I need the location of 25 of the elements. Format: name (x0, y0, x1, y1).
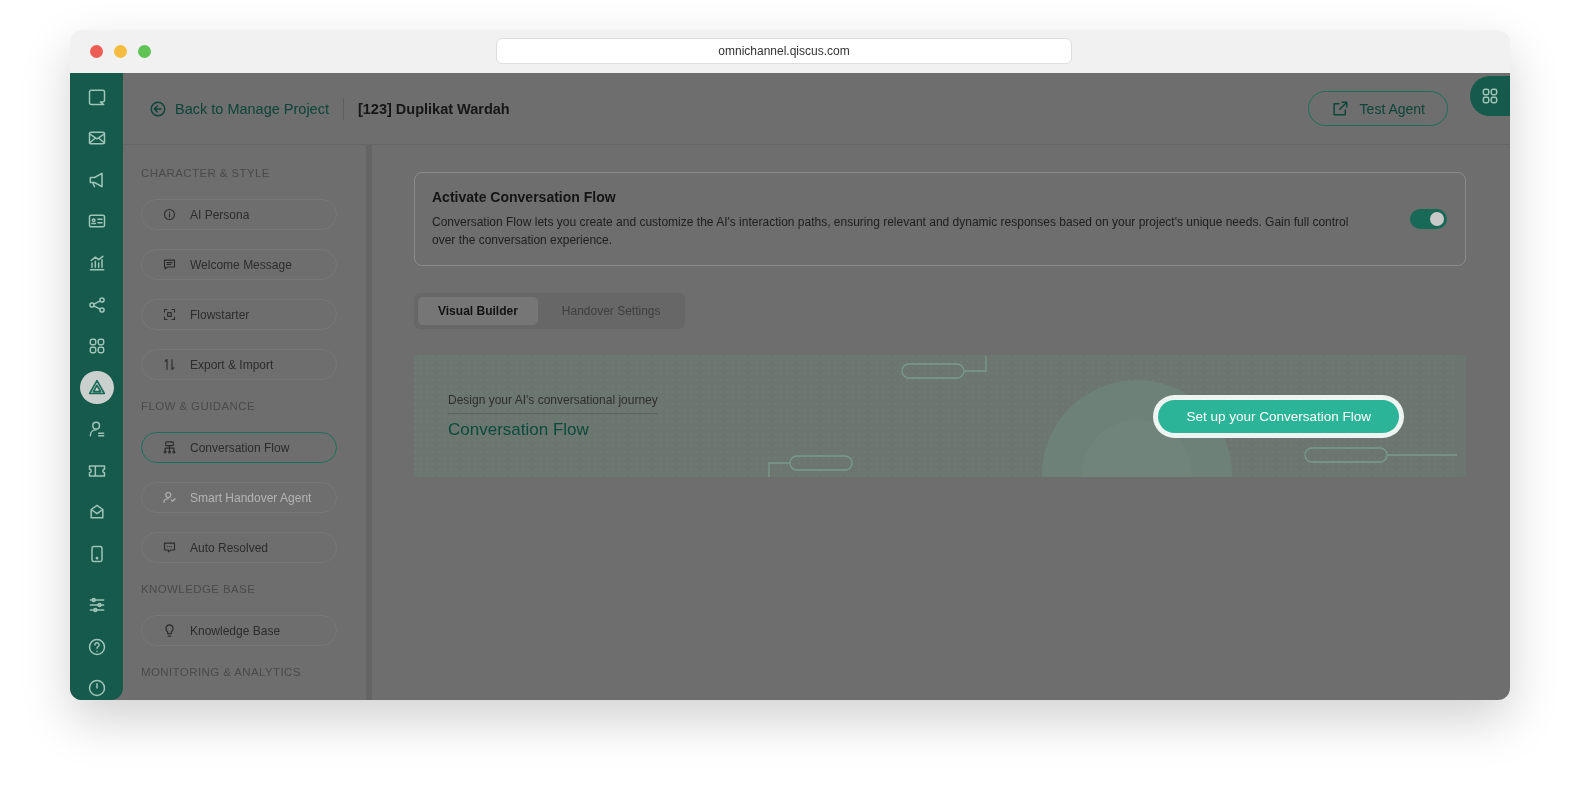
project-title: [123] Duplikat Wardah (357, 100, 510, 117)
share-icon (86, 294, 107, 315)
banner-subtitle: Design your AI's conversational journey (448, 392, 658, 414)
banner-title: Conversation Flow (448, 419, 590, 440)
power-icon (86, 678, 107, 699)
tab[interactable]: Visual Builder (418, 297, 538, 325)
address-bar[interactable]: omnichannel.qiscus.com (496, 38, 1072, 64)
message-icon (162, 257, 177, 272)
chat-dots-icon (162, 540, 177, 555)
triangle-logo-nav-button[interactable] (79, 370, 114, 405)
bulb-icon (162, 623, 177, 638)
close-window-button[interactable] (90, 45, 103, 58)
sort-arrows-icon (162, 357, 177, 372)
user-check-icon (162, 490, 177, 505)
grid-icon (1480, 86, 1500, 106)
help-icon (86, 636, 107, 657)
scan-icon (162, 307, 177, 322)
external-link-icon (1330, 99, 1350, 118)
toggle-switch[interactable] (1410, 209, 1447, 229)
apps-button[interactable] (1470, 76, 1510, 116)
hierarchy-icon (162, 440, 177, 455)
card-description: Conversation Flow lets you create and customize the AI's interaction paths, ensuring relevant and dynamic responses based on your project's unique needs. Gain full control over the conversation experience. (432, 214, 1350, 249)
card-title: Activate Conversation Flow (432, 189, 617, 205)
back-link[interactable]: Back to Manage Project (149, 99, 329, 118)
info-icon (162, 207, 177, 222)
